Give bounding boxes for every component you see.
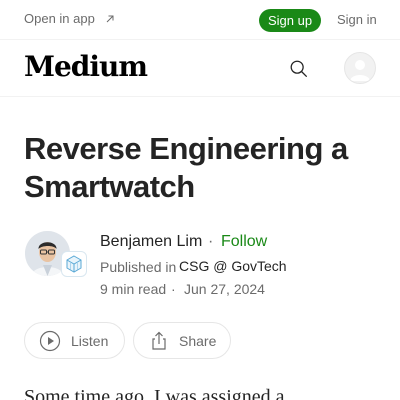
separator-dot: · — [208, 233, 214, 250]
search-icon[interactable] — [288, 58, 310, 80]
listen-label: Listen — [71, 332, 109, 349]
open-in-app-link[interactable]: Open in app — [24, 11, 115, 26]
author-name-link[interactable]: Benjamen Lim — [100, 233, 202, 251]
share-button[interactable]: Share — [133, 322, 231, 359]
follow-button[interactable]: Follow — [221, 233, 267, 251]
arrow-up-right-icon — [106, 15, 114, 22]
article-body-first-line: Some time ago, I was assigned a — [24, 386, 285, 400]
publication-logo[interactable] — [61, 251, 87, 277]
article-title: Reverse Engineering a Smartwatch — [24, 131, 348, 204]
publication-name-link[interactable]: CSG @ GovTech — [179, 258, 287, 274]
share-icon — [152, 331, 166, 350]
cube-logo-icon — [66, 255, 82, 273]
article-page: Open in app Sign up Sign in Medium Rever… — [0, 0, 400, 400]
medium-logo[interactable]: Medium — [24, 50, 148, 83]
read-time: 9 min read — [100, 281, 167, 297]
listen-button[interactable]: Listen — [24, 322, 125, 359]
user-avatar-icon — [350, 60, 370, 81]
open-in-app-label: Open in app — [24, 11, 95, 26]
site-header: Medium — [0, 40, 400, 97]
separator-dot: · — [171, 281, 176, 297]
user-avatar[interactable] — [344, 52, 376, 84]
sign-up-button[interactable]: Sign up — [259, 9, 321, 32]
share-label: Share — [179, 332, 217, 349]
play-circle-icon — [39, 330, 61, 351]
published-in-label: Published in — [100, 259, 177, 275]
sign-in-link[interactable]: Sign in — [337, 12, 377, 27]
publish-date: Jun 27, 2024 — [184, 281, 265, 297]
top-banner: Open in app Sign up Sign in — [0, 0, 400, 40]
